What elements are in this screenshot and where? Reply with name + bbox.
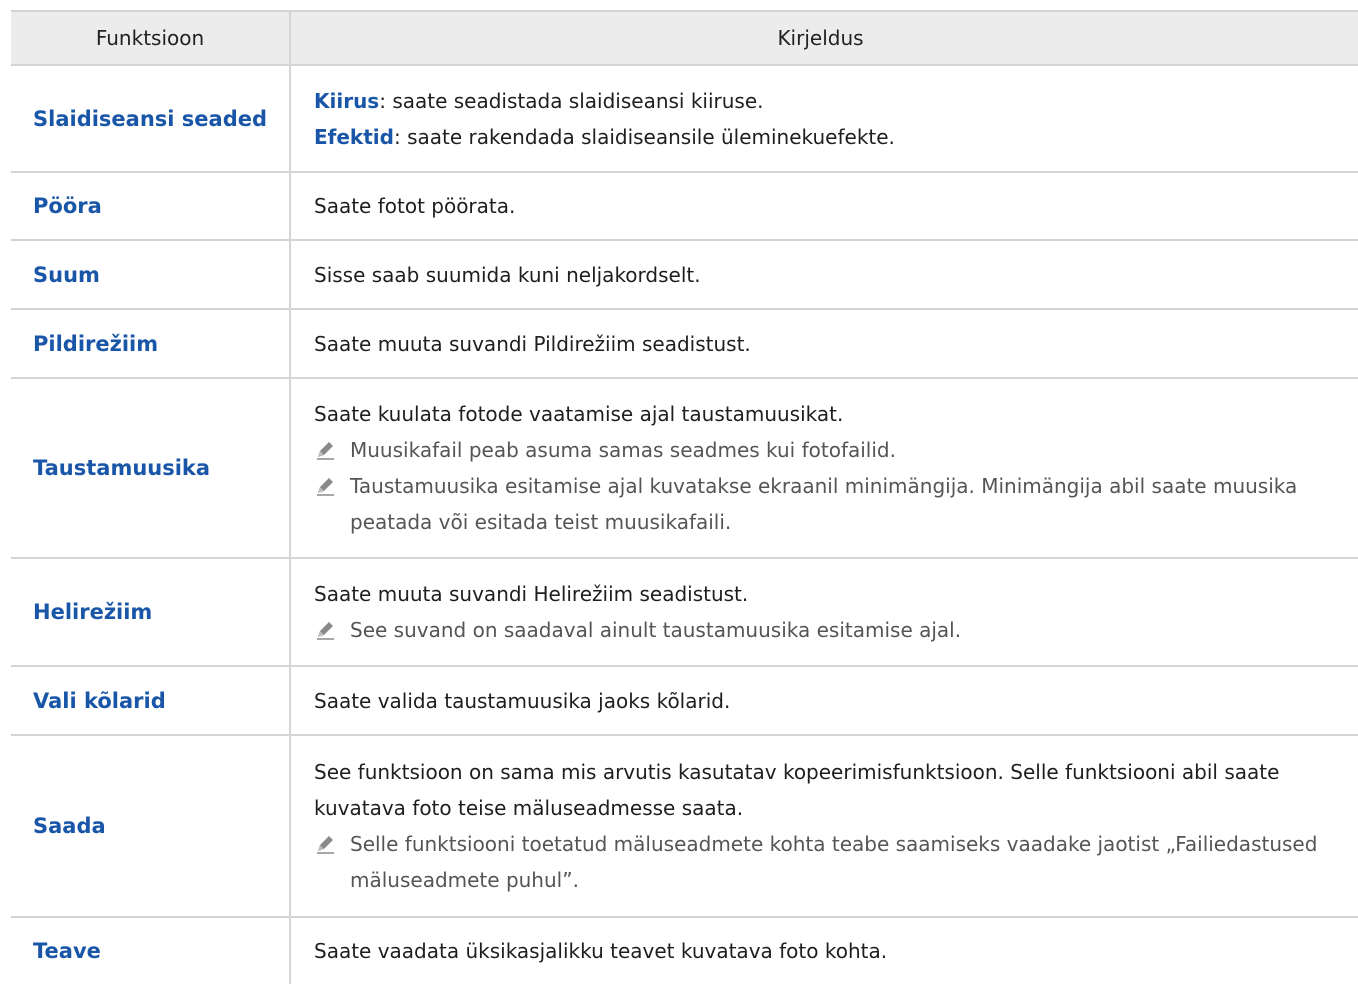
description-cell: Saate muuta suvandi Helirežiim seadistus… bbox=[291, 559, 1358, 665]
function-cell: Slaidiseansi seaded bbox=[11, 66, 291, 171]
header-description-label: Kirjeldus bbox=[777, 26, 864, 50]
function-name: Slaidiseansi seaded bbox=[33, 106, 268, 131]
function-name: Teave bbox=[33, 939, 101, 963]
function-cell: Teave bbox=[11, 918, 291, 984]
option-text: : saate rakendada slaidiseansile ülemine… bbox=[393, 124, 895, 149]
description-text: Saate vaadata üksikasjalikku teavet kuva… bbox=[314, 939, 888, 963]
function-cell: Helirežiim bbox=[11, 559, 291, 665]
note-text: See suvand on saadaval ainult taustamuus… bbox=[350, 618, 962, 642]
table-row: Slaidiseansi seaded Kiirus: saate seadis… bbox=[11, 66, 1358, 173]
function-name: Taustamuusika bbox=[33, 456, 211, 480]
table-row: Taustamuusika Saate kuulata fotode vaata… bbox=[11, 379, 1358, 559]
note: See suvand on saadaval ainult taustamuus… bbox=[314, 612, 1350, 648]
description-cell: Sisse saab suumida kuni neljakordselt. bbox=[291, 241, 1358, 308]
description-line: Efektid: saate rakendada slaidiseansile … bbox=[314, 119, 1350, 155]
option-label: Efektid bbox=[314, 124, 394, 149]
function-name: Suum bbox=[33, 262, 100, 287]
functions-table: Funktsioon Kirjeldus Slaidiseansi seaded… bbox=[11, 10, 1358, 984]
table-row: Saada See funktsioon on sama mis arvutis… bbox=[11, 736, 1358, 918]
description-cell: See funktsioon on sama mis arvutis kasut… bbox=[291, 736, 1358, 916]
note: Selle funktsiooni toetatud mäluseadmete … bbox=[314, 826, 1350, 898]
function-cell: Taustamuusika bbox=[11, 379, 291, 557]
header-cell-description: Kirjeldus bbox=[291, 12, 1358, 64]
description-text: Saate muuta suvandi Pildirežiim seadistu… bbox=[314, 331, 751, 356]
description-text: Saate fotot pöörata. bbox=[314, 194, 516, 218]
header-function-label: Funktsioon bbox=[95, 26, 205, 50]
note-text: Muusikafail peab asuma samas seadmes kui… bbox=[350, 438, 896, 462]
option-text: : saate seadistada slaidiseansi kiiruse. bbox=[379, 88, 764, 113]
function-name: Vali kõlarid bbox=[33, 688, 166, 713]
description-cell: Saate muuta suvandi Pildirežiim seadistu… bbox=[291, 310, 1358, 377]
pencil-icon bbox=[314, 432, 350, 468]
description-text: Sisse saab suumida kuni neljakordselt. bbox=[314, 262, 701, 287]
description-cell: Saate valida taustamuusika jaoks kõlarid… bbox=[291, 667, 1358, 734]
note: Taustamuusika esitamise ajal kuvatakse e… bbox=[314, 468, 1350, 540]
description-cell: Saate kuulata fotode vaatamise ajal taus… bbox=[291, 379, 1358, 557]
description-cell: Saate vaadata üksikasjalikku teavet kuva… bbox=[291, 918, 1358, 984]
function-name: Pööra bbox=[33, 194, 102, 218]
option-label: Kiirus bbox=[314, 88, 380, 113]
description-cell: Kiirus: saate seadistada slaidiseansi ki… bbox=[291, 66, 1358, 171]
table-row: Teave Saate vaadata üksikasjalikku teave… bbox=[11, 918, 1358, 984]
note-text: Selle funktsiooni toetatud mäluseadmete … bbox=[350, 832, 1318, 892]
table-header: Funktsioon Kirjeldus bbox=[11, 10, 1358, 66]
function-cell: Saada bbox=[11, 736, 291, 916]
description-cell: Saate fotot pöörata. bbox=[291, 173, 1358, 239]
description-line: Kiirus: saate seadistada slaidiseansi ki… bbox=[314, 83, 1350, 119]
function-name: Pildirežiim bbox=[33, 331, 159, 356]
function-cell: Pildirežiim bbox=[11, 310, 291, 377]
table-row: Pildirežiim Saate muuta suvandi Pildirež… bbox=[11, 310, 1358, 379]
table-row: Suum Sisse saab suumida kuni neljakordse… bbox=[11, 241, 1358, 310]
table-row: Vali kõlarid Saate valida taustamuusika … bbox=[11, 667, 1358, 736]
header-cell-function: Funktsioon bbox=[11, 12, 291, 64]
table-row: Pööra Saate fotot pöörata. bbox=[11, 173, 1358, 241]
description-text: Saate muuta suvandi Helirežiim seadistus… bbox=[314, 582, 749, 606]
description-text: Saate valida taustamuusika jaoks kõlarid… bbox=[314, 688, 731, 713]
description-text: Saate kuulata fotode vaatamise ajal taus… bbox=[314, 402, 844, 426]
note: Muusikafail peab asuma samas seadmes kui… bbox=[314, 432, 1350, 468]
function-cell: Pööra bbox=[11, 173, 291, 239]
pencil-icon bbox=[314, 826, 350, 898]
function-name: Saada bbox=[33, 814, 106, 838]
pencil-icon bbox=[314, 468, 350, 540]
note-text: Taustamuusika esitamise ajal kuvatakse e… bbox=[350, 474, 1298, 534]
function-name: Helirežiim bbox=[33, 600, 153, 624]
pencil-icon bbox=[314, 612, 350, 648]
function-cell: Suum bbox=[11, 241, 291, 308]
function-cell: Vali kõlarid bbox=[11, 667, 291, 734]
description-text: See funktsioon on sama mis arvutis kasut… bbox=[314, 760, 1280, 820]
table-row: Helirežiim Saate muuta suvandi Helirežii… bbox=[11, 559, 1358, 667]
